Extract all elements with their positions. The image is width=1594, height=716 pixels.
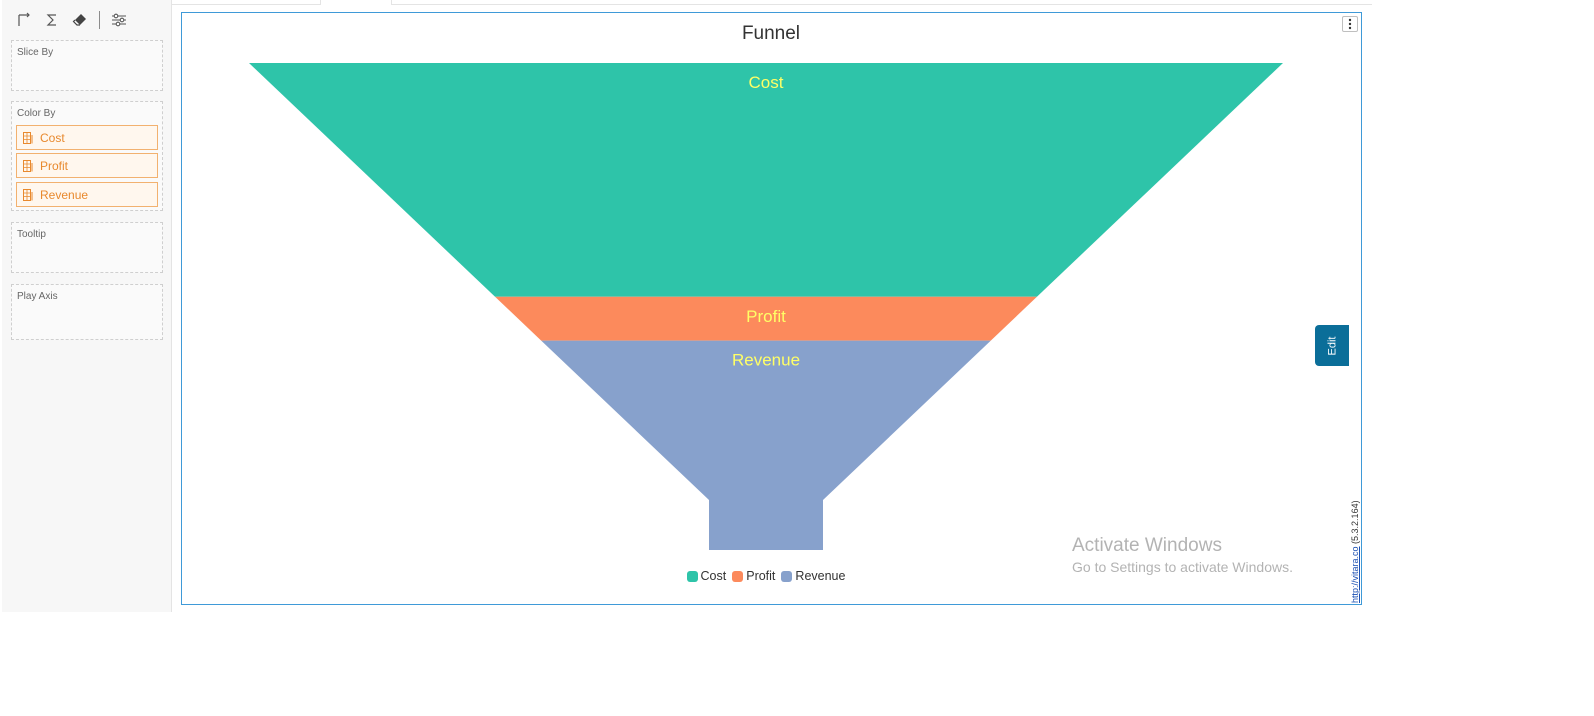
- aggregate-button[interactable]: [38, 8, 66, 32]
- watermark-title: Activate Windows: [1072, 535, 1222, 556]
- tooltip-well[interactable]: Tooltip: [11, 222, 163, 273]
- slice-by-title: Slice By: [17, 47, 54, 58]
- funnel-segment-cost[interactable]: [249, 63, 1283, 297]
- table-column-icon: [23, 188, 33, 201]
- legend-swatch: [732, 570, 744, 582]
- legend-item-profit[interactable]: Profit: [732, 569, 775, 583]
- eraser-icon: [72, 14, 86, 26]
- property-pane: Slice By Color By Cost Profit Revenue To…: [2, 0, 172, 612]
- play-axis-title: Play Axis: [17, 291, 58, 302]
- vendor-credit: http://vitara.co (5.3.2.164): [1350, 500, 1360, 603]
- legend-label: Cost: [700, 569, 727, 583]
- chart-title: Funnel: [741, 23, 801, 44]
- vendor-link[interactable]: http://vitara.co: [1350, 546, 1360, 603]
- sigma-icon: [46, 14, 56, 26]
- funnel-chart: Cost Profit Revenue: [249, 63, 1283, 550]
- edit-label: Edit: [1326, 336, 1338, 355]
- axis-button[interactable]: [10, 8, 38, 32]
- color-by-chip-profit[interactable]: Profit: [16, 153, 158, 178]
- visual-container[interactable]: Cost Profit Revenue Funnel Cost Profit Rev…: [181, 12, 1362, 605]
- legend-swatch: [781, 570, 793, 582]
- watermark-subtitle: Go to Settings to activate Windows.: [1072, 559, 1293, 575]
- edit-button[interactable]: Edit: [1315, 325, 1349, 366]
- tab-strip: [172, 0, 1372, 5]
- pane-toolbar: [10, 8, 133, 32]
- table-column-icon: [23, 131, 33, 144]
- toolbar-divider: [99, 11, 100, 29]
- funnel-label-profit: Profit: [746, 307, 786, 326]
- color-by-well[interactable]: Color By Cost Profit Revenue: [11, 101, 163, 211]
- tab-active[interactable]: [320, 0, 392, 5]
- chip-label: Revenue: [40, 187, 89, 202]
- legend-swatch: [686, 570, 698, 582]
- play-axis-well[interactable]: Play Axis: [11, 284, 163, 340]
- legend-label: Profit: [746, 569, 776, 583]
- color-by-chip-revenue[interactable]: Revenue: [16, 182, 158, 207]
- funnel-segment-revenue[interactable]: [541, 340, 991, 550]
- funnel-label-revenue: Revenue: [732, 351, 800, 370]
- chip-label: Cost: [40, 130, 65, 145]
- legend-item-cost[interactable]: Cost: [686, 569, 727, 583]
- visual-menu-button[interactable]: [1342, 16, 1358, 32]
- clear-button[interactable]: [66, 8, 94, 32]
- tooltip-title: Tooltip: [17, 229, 46, 240]
- color-by-chip-cost[interactable]: Cost: [16, 125, 158, 150]
- format-settings-button[interactable]: [105, 8, 133, 32]
- slice-by-well[interactable]: Slice By: [11, 40, 163, 91]
- funnel-label-cost: Cost: [749, 73, 784, 92]
- vertical-ellipsis-icon: [1348, 18, 1352, 30]
- axis-icon: [18, 12, 30, 26]
- sliders-icon: [112, 13, 126, 27]
- legend-item-revenue[interactable]: Revenue: [781, 569, 845, 583]
- vendor-version: (5.3.2.164): [1350, 500, 1360, 544]
- activation-watermark: Activate Windows Go to Settings to activ…: [1072, 534, 1293, 576]
- table-column-icon: [23, 159, 33, 172]
- chip-label: Profit: [40, 158, 69, 173]
- legend-label: Revenue: [795, 569, 846, 583]
- color-by-title: Color By: [17, 108, 56, 119]
